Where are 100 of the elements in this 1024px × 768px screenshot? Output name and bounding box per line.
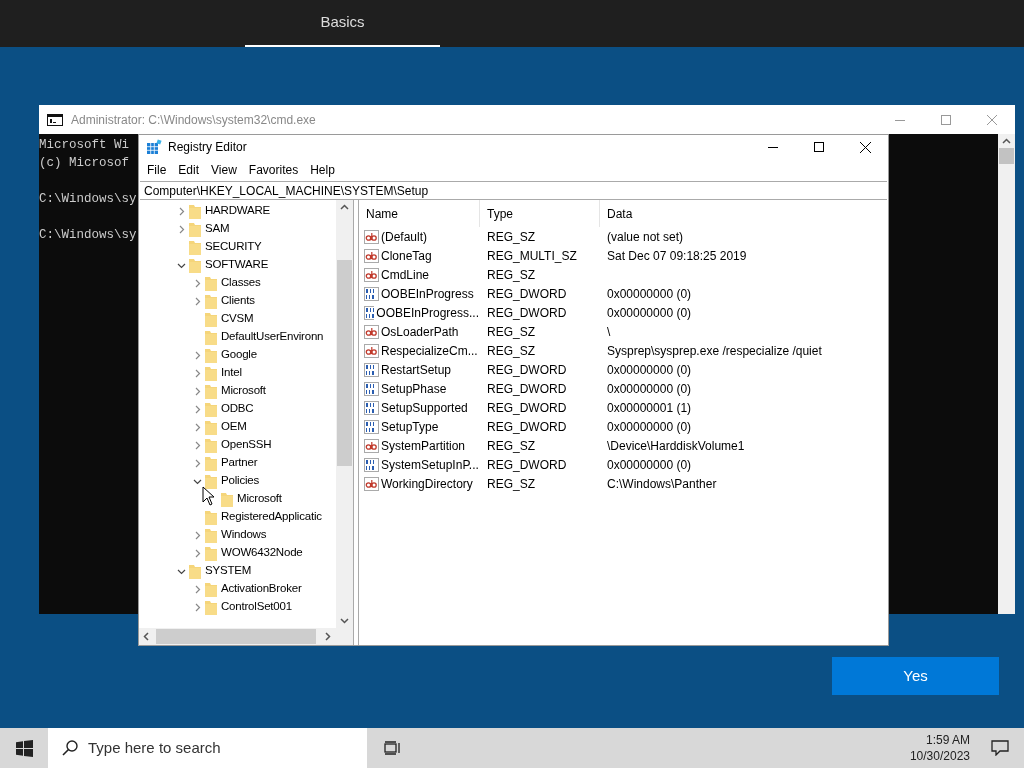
- value-name[interactable]: (Default): [381, 227, 427, 246]
- scrollbar-thumb[interactable]: [337, 260, 352, 466]
- value-name[interactable]: CmdLine: [381, 265, 430, 284]
- search-field[interactable]: Type here to search: [48, 728, 367, 768]
- folder-icon: [205, 509, 217, 525]
- scrollbar[interactable]: [336, 200, 353, 628]
- chevron-right-icon[interactable]: [193, 548, 202, 558]
- chevron-right-icon[interactable]: [193, 350, 202, 360]
- tree-item[interactable]: SOFTWARE: [205, 256, 269, 274]
- value-type: REG_SZ: [486, 342, 536, 360]
- chevron-right-icon[interactable]: [193, 368, 202, 378]
- column-header[interactable]: Type: [479, 200, 599, 227]
- maximize-icon[interactable]: [814, 142, 824, 152]
- scrollbar[interactable]: [998, 134, 1015, 614]
- tree-item[interactable]: WOW6432Node: [221, 544, 303, 562]
- value-name[interactable]: SystemSetupInP...: [381, 455, 479, 474]
- value-data: 0x00000001 (1): [606, 399, 692, 417]
- tree-item[interactable]: DefaultUserEnvironn: [221, 328, 324, 346]
- tree-item[interactable]: OEM: [221, 418, 247, 436]
- folder-icon: [205, 401, 217, 417]
- console-line: C:\Windows\sy: [39, 227, 137, 244]
- folder-icon: [205, 581, 217, 597]
- scrollbar-thumb[interactable]: [156, 629, 316, 644]
- chevron-right-icon[interactable]: [193, 422, 202, 432]
- folder-icon: [205, 383, 217, 399]
- menu-item[interactable]: Favorites: [242, 161, 305, 179]
- tree-item[interactable]: Classes: [221, 274, 261, 292]
- chevron-right-icon[interactable]: [193, 404, 202, 414]
- value-name[interactable]: SetupType: [381, 417, 439, 436]
- address-bar[interactable]: Computer\HKEY_LOCAL_MACHINE\SYSTEM\Setup: [140, 181, 887, 200]
- value-name[interactable]: SystemPartition: [381, 436, 466, 455]
- tree-item[interactable]: RegisteredApplicatic: [221, 508, 322, 526]
- tree-item[interactable]: Clients: [221, 292, 255, 310]
- menu-item[interactable]: File: [141, 161, 173, 179]
- value-name[interactable]: OOBEInProgress...: [376, 303, 479, 322]
- chevron-right-icon[interactable]: [193, 278, 202, 288]
- menu-item[interactable]: Help: [304, 161, 341, 179]
- tree-item[interactable]: HARDWARE: [205, 202, 271, 220]
- value-name[interactable]: OOBEInProgress: [381, 284, 474, 303]
- scrollbar-thumb[interactable]: [999, 148, 1014, 164]
- chevron-right-icon[interactable]: [193, 386, 202, 396]
- tab[interactable]: Basics: [245, 0, 440, 47]
- menu-item[interactable]: View: [205, 161, 243, 179]
- string-value-icon: [364, 438, 379, 453]
- scroll-up-icon[interactable]: [1002, 138, 1011, 144]
- value-type: REG_SZ: [486, 228, 536, 246]
- tree-item[interactable]: CVSM: [221, 310, 254, 328]
- value-data: 0x00000000 (0): [606, 418, 692, 436]
- chevron-right-icon[interactable]: [193, 530, 202, 540]
- value-type: REG_MULTI_SZ: [486, 247, 578, 265]
- value-name[interactable]: SetupPhase: [381, 379, 447, 398]
- menu-item[interactable]: Edit: [172, 161, 206, 179]
- value-name[interactable]: CloneTag: [381, 246, 432, 265]
- value-name[interactable]: RespecializeCm...: [381, 341, 478, 360]
- clock[interactable]: 1:59 AM 10/30/2023: [909, 732, 970, 764]
- value-name[interactable]: OsLoaderPath: [381, 322, 459, 341]
- chevron-right-icon[interactable]: [177, 206, 186, 216]
- tree-item[interactable]: Google: [221, 346, 257, 364]
- scroll-left-icon[interactable]: [143, 632, 149, 641]
- tree-item[interactable]: Microsoft: [237, 490, 282, 508]
- value-data: 0x00000000 (0): [606, 361, 692, 379]
- chevron-right-icon[interactable]: [193, 296, 202, 306]
- folder-icon: [205, 473, 217, 489]
- tree-item[interactable]: SAM: [205, 220, 230, 238]
- scroll-up-icon[interactable]: [340, 204, 349, 210]
- tree-item[interactable]: Policies: [221, 472, 260, 490]
- chevron-right-icon[interactable]: [193, 458, 202, 468]
- chevron-right-icon[interactable]: [193, 602, 202, 612]
- chevron-right-icon[interactable]: [193, 584, 202, 594]
- folder-icon: [189, 563, 201, 579]
- scrollbar[interactable]: [139, 628, 353, 645]
- value-name[interactable]: WorkingDirectory: [381, 474, 473, 493]
- tree-item[interactable]: SECURITY: [205, 238, 262, 256]
- yes-button[interactable]: Yes: [832, 657, 999, 695]
- chevron-right-icon[interactable]: [177, 224, 186, 234]
- console-line: (c) Microsof: [39, 155, 129, 172]
- notification-icon[interactable]: [991, 740, 1009, 756]
- windows-logo-icon[interactable]: [15, 739, 33, 757]
- scroll-down-icon[interactable]: [340, 618, 349, 624]
- tree-item[interactable]: SYSTEM: [205, 562, 252, 580]
- tree-item[interactable]: ODBC: [221, 400, 254, 418]
- column-header[interactable]: Data: [599, 200, 888, 227]
- close-icon[interactable]: [859, 141, 871, 153]
- string-value-icon: [364, 476, 379, 491]
- scroll-right-icon[interactable]: [325, 632, 331, 641]
- tree-item[interactable]: Microsoft: [221, 382, 266, 400]
- tree-item[interactable]: Windows: [221, 526, 267, 544]
- binary-value-icon: [364, 381, 379, 396]
- tree-item[interactable]: ActivationBroker: [221, 580, 302, 598]
- binary-value-icon: [364, 305, 375, 320]
- tree-item[interactable]: Intel: [221, 364, 242, 382]
- chevron-right-icon[interactable]: [193, 440, 202, 450]
- value-name[interactable]: RestartSetup: [381, 360, 452, 379]
- tree-item[interactable]: OpenSSH: [221, 436, 272, 454]
- task-view-icon[interactable]: [383, 741, 401, 755]
- tree-item[interactable]: ControlSet001: [221, 598, 292, 616]
- column-header[interactable]: Name: [359, 200, 479, 227]
- tree-item[interactable]: Partner: [221, 454, 258, 472]
- value-name[interactable]: SetupSupported: [381, 398, 468, 417]
- folder-icon: [205, 365, 217, 381]
